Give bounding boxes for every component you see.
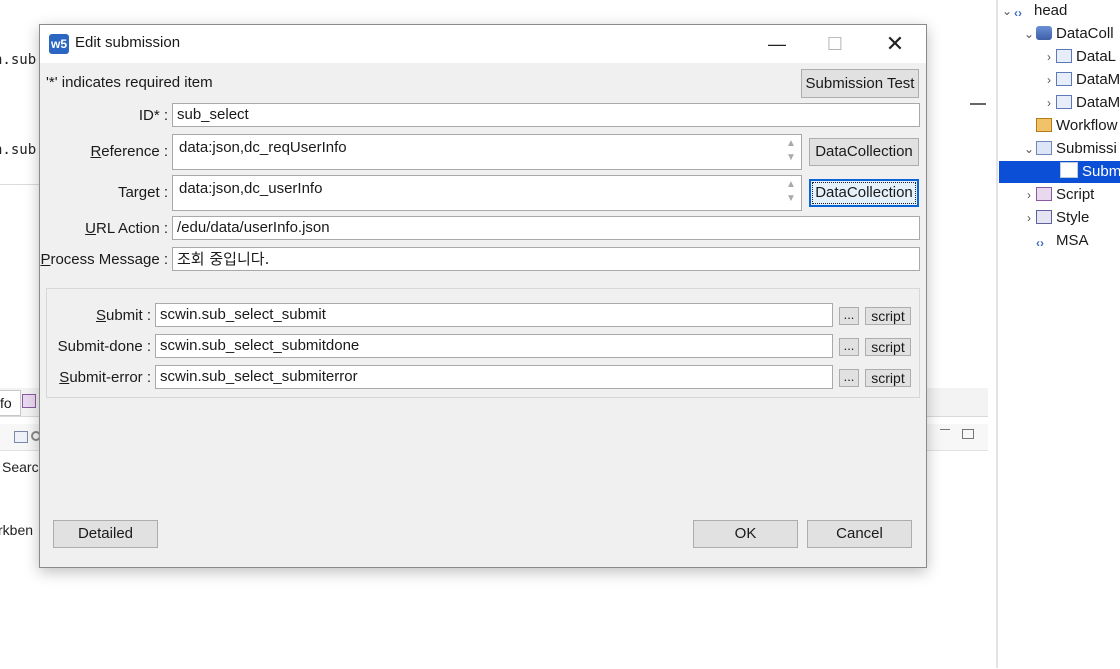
script-icon [1036,187,1052,201]
id-label: ID* : [138,107,168,124]
submit-input[interactable]: scwin.sub_select_submit [155,303,833,327]
reference-textarea[interactable]: data:json,dc_reqUserInfo ▲ ▼ [172,134,802,170]
code-line: n.sub [0,142,37,158]
dialog-titlebar[interactable]: w5 Edit submission — ☐ ✕ [40,25,926,63]
target-label: Target : [117,184,168,201]
chevron-right-icon[interactable]: › [1042,69,1056,91]
submit-error-label: Submit-error : [59,369,151,386]
ok-button[interactable]: OK [693,520,798,548]
url-action-label: URL Action : [85,220,168,237]
outline-view: ⌄ ‹› head ⌄ DataColl › DataL › DataM › DataM W… [998,0,1120,668]
maximize-button: ☐ [826,34,844,54]
reference-datacollection-button[interactable]: DataCollection [809,138,919,166]
editor-scroll-marker[interactable] [970,103,986,105]
tree-item-sub-select[interactable]: Subm [999,161,1120,183]
bottom-tab-info[interactable]: fo [0,390,21,416]
tree-item-head[interactable]: ⌄ ‹› head [1000,0,1120,22]
submit-done-label: Submit-done : [57,338,151,355]
submit-done-input[interactable]: scwin.sub_select_submitdone [155,334,833,358]
style-icon [1036,210,1052,224]
submit-label: Submit : [95,307,151,324]
dialog-title: Edit submission [75,34,181,51]
search-view-label: Searc [2,459,39,475]
tag-icon: ‹› [1014,6,1022,20]
chevron-right-icon[interactable]: › [1042,46,1056,68]
tree-item-datamap-2[interactable]: › DataM [1042,92,1120,114]
detailed-button[interactable]: Detailed [53,520,158,548]
tag-icon: ‹› [1036,236,1044,250]
id-input[interactable]: sub_select [172,103,920,127]
url-action-input[interactable]: /edu/data/userInfo.json [172,216,920,240]
tree-item-submission[interactable]: ⌄ Submissi [1022,138,1120,160]
code-line: n.sub [0,52,37,68]
script-icon[interactable] [22,394,36,408]
minimize-button[interactable]: — [748,25,806,63]
close-button[interactable]: ✕ [866,25,924,63]
required-note: '*' indicates required item [46,74,213,91]
chevron-down-icon[interactable]: ⌄ [1022,138,1036,160]
edit-submission-dialog: w5 Edit submission — ☐ ✕ '*' indicates r… [39,24,927,568]
submit-error-browse-button[interactable]: ... [839,369,859,387]
reference-label: Reference : [90,143,168,160]
database-icon [1036,26,1052,40]
tree-item-workflow[interactable]: Workflow [1036,115,1120,137]
datalist-icon [1056,49,1072,63]
process-message-label: Process Message : [40,251,168,268]
workbench-label: rkben [0,522,34,538]
target-textarea[interactable]: data:json,dc_userInfo ▲ ▼ [172,175,802,211]
target-datacollection-button[interactable]: DataCollection [809,179,919,207]
tree-item-datalist[interactable]: › DataL [1042,46,1120,68]
minimize-view-icon[interactable] [940,429,950,430]
process-message-input[interactable]: 조회 중입니다. [172,247,920,271]
chevron-down-icon[interactable]: ⌄ [1022,23,1036,45]
datamap-icon [1056,72,1072,86]
chevron-right-icon[interactable]: › [1022,207,1036,229]
submit-done-browse-button[interactable]: ... [839,338,859,356]
chevron-right-icon[interactable]: › [1042,92,1056,114]
cancel-button[interactable]: Cancel [807,520,912,548]
submit-error-script-button[interactable]: script [865,369,911,387]
scroll-arrows-icon[interactable]: ▲ ▼ [783,137,799,167]
tree-item-datamap-1[interactable]: › DataM [1042,69,1120,91]
editor-divider [0,184,40,185]
workflow-icon [1036,118,1052,132]
tree-item-msa[interactable]: ‹› MSA [1036,230,1120,252]
bottom-tab-label: fo [0,395,12,411]
console-icon[interactable] [14,431,28,443]
submit-error-input[interactable]: scwin.sub_select_submiterror [155,365,833,389]
submission-item-icon [1060,162,1078,178]
tree-item-datacollection[interactable]: ⌄ DataColl [1022,23,1120,45]
app-icon: w5 [49,34,69,54]
submit-script-button[interactable]: script [865,307,911,325]
submit-browse-button[interactable]: ... [839,307,859,325]
submit-done-script-button[interactable]: script [865,338,911,356]
submission-icon [1036,141,1052,155]
maximize-view-icon[interactable] [962,429,974,439]
submission-test-button[interactable]: Submission Test [801,69,919,98]
chevron-right-icon[interactable]: › [1022,184,1036,206]
scroll-arrows-icon[interactable]: ▲ ▼ [783,178,799,208]
tree-item-style[interactable]: › Style [1022,207,1120,229]
datamap-icon [1056,95,1072,109]
chevron-down-icon[interactable]: ⌄ [1000,0,1014,22]
tree-item-script[interactable]: › Script [1022,184,1120,206]
